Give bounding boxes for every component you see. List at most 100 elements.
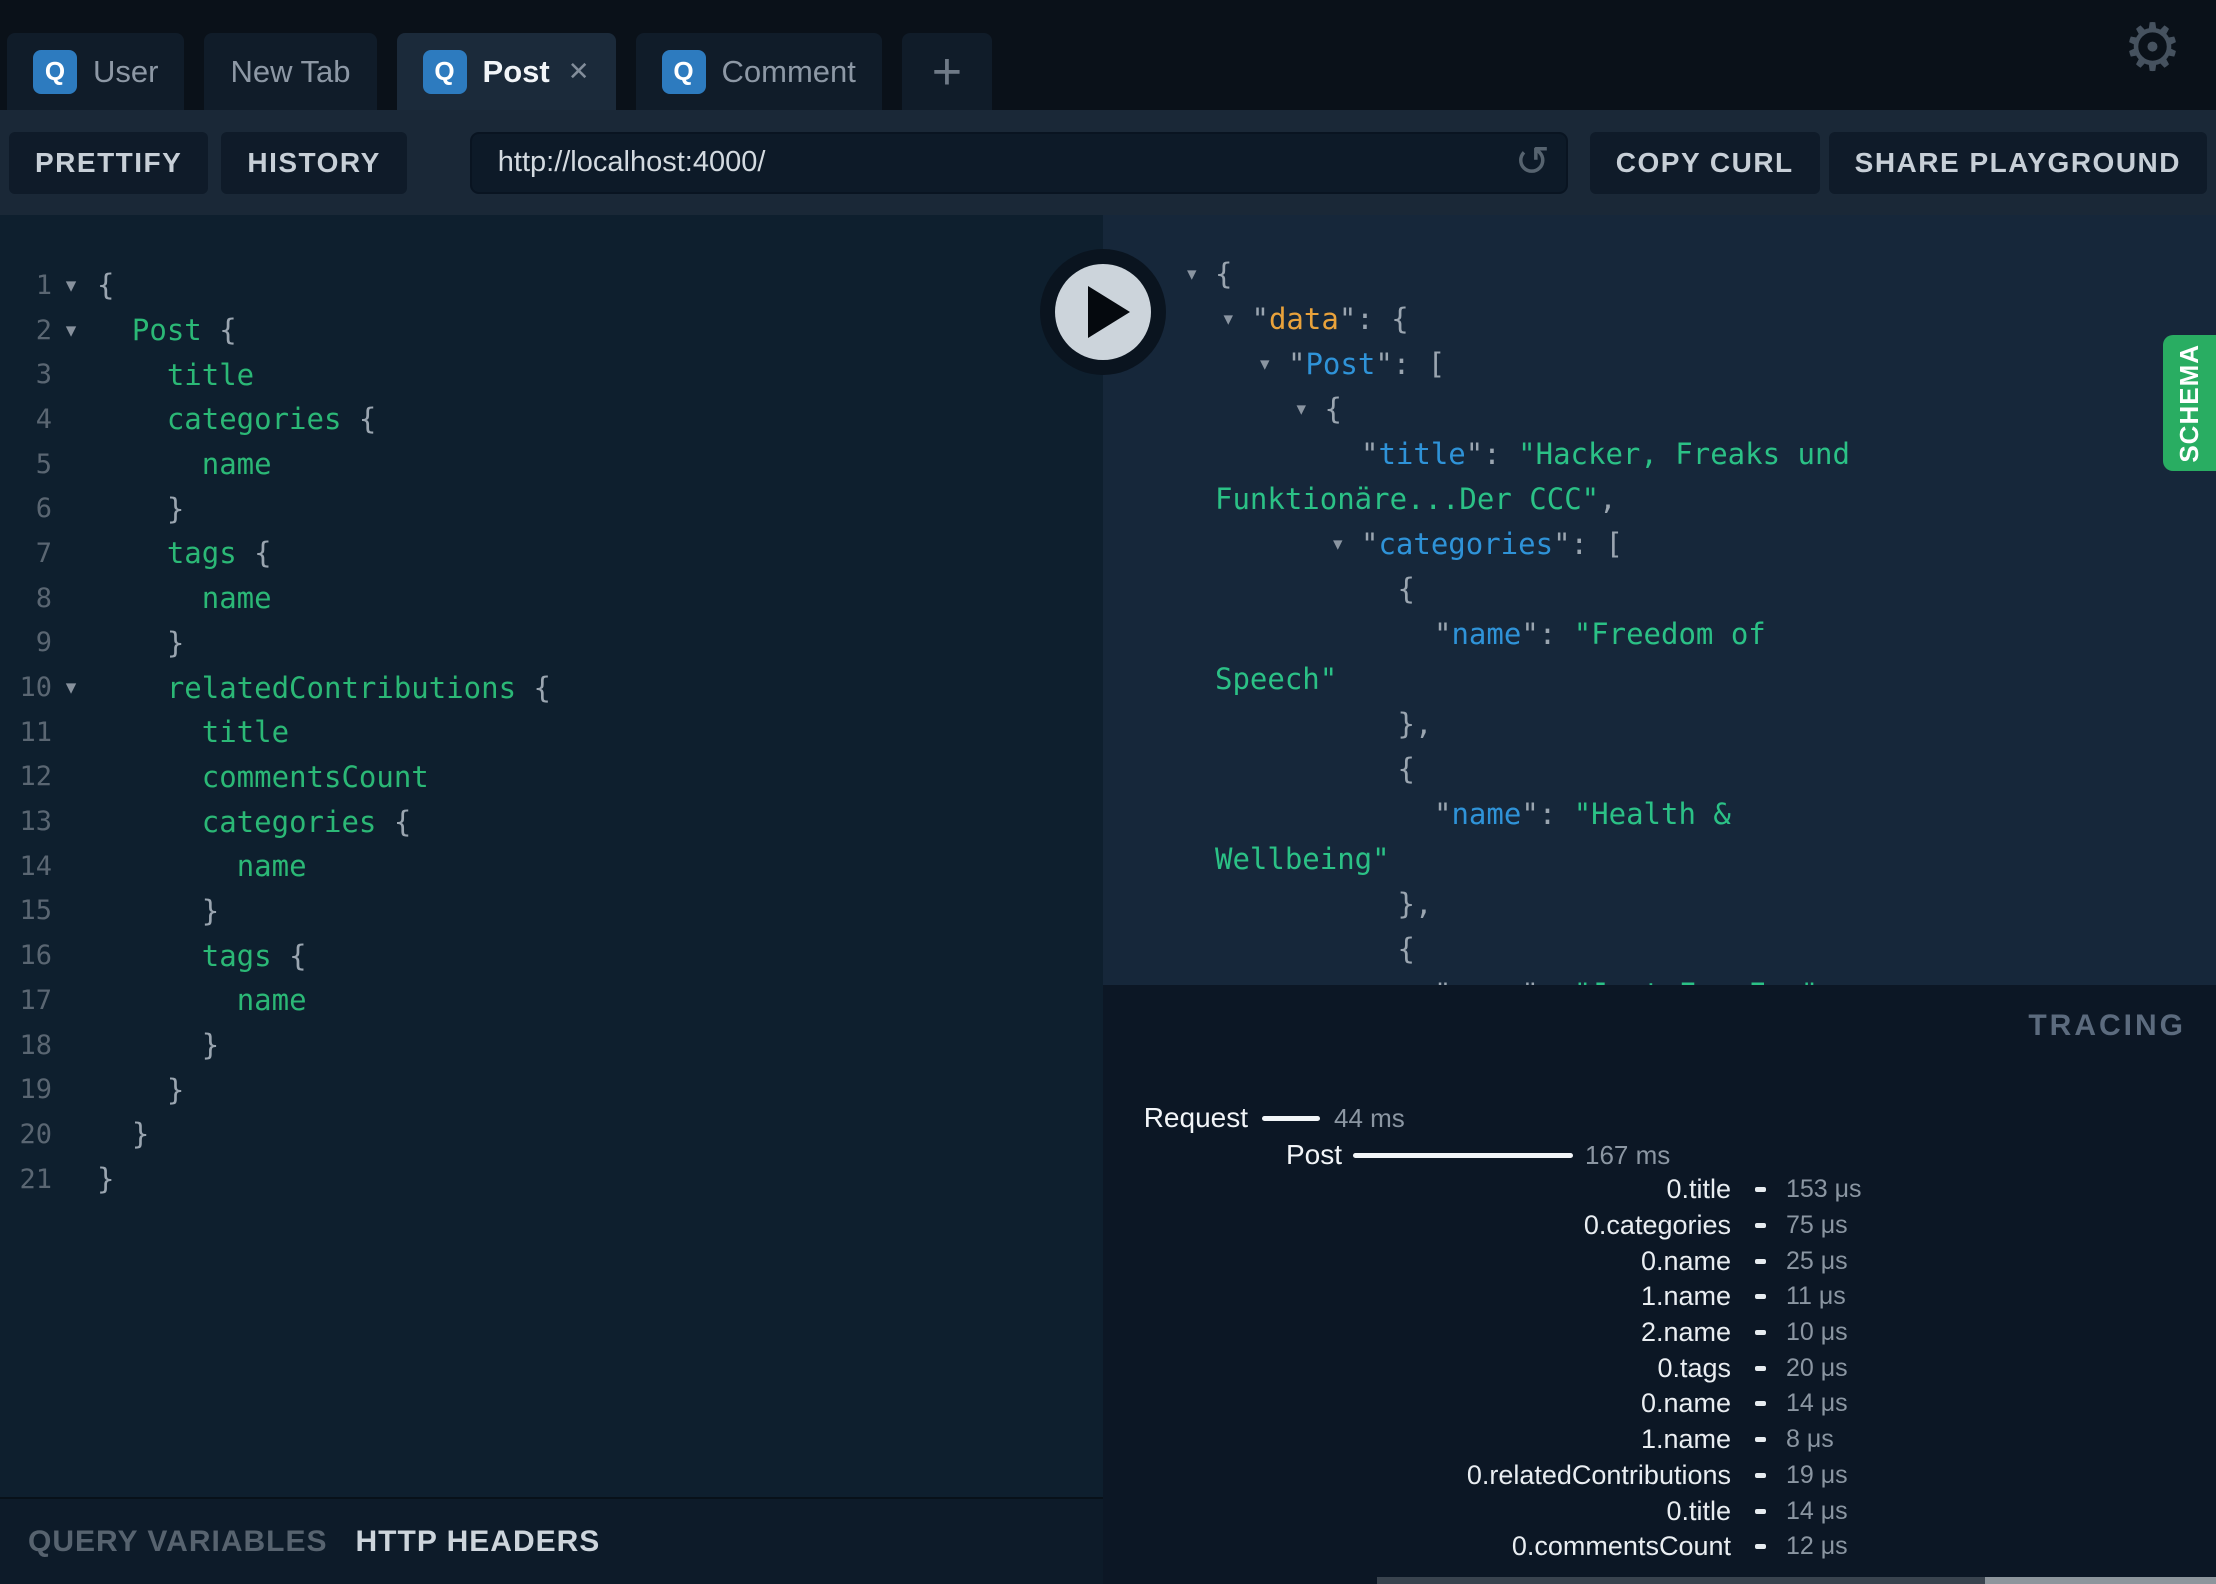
line-number: 10	[19, 672, 52, 704]
copy-curl-button[interactable]: COPY CURL	[1589, 131, 1820, 194]
line-number: 6	[35, 493, 52, 525]
toolbar: PRETTIFY HISTORY ↺ COPY CURL SHARE PLAYG…	[0, 110, 2216, 215]
line-number: 12	[19, 761, 52, 793]
response-row: "name": "Freedom of Speech"	[1215, 617, 1766, 696]
prettify-button[interactable]: PRETTIFY	[9, 131, 209, 194]
line-number: 11	[19, 716, 52, 748]
trace-label: Request	[1143, 1102, 1248, 1133]
history-button[interactable]: HISTORY	[221, 131, 407, 194]
collapse-arrow-icon[interactable]: ▾	[1187, 297, 1234, 342]
trace-row-label: 0.categories	[1583, 1210, 1731, 1241]
editor-line: 20 }	[0, 1112, 1103, 1157]
horizontal-scrollbar-track[interactable]	[1377, 1577, 1985, 1584]
editor-line: 13 categories {	[0, 799, 1103, 844]
line-code: }	[131, 1117, 150, 1152]
response-pane: ▾{▾ "data": {▾ "Post": [▾{"title": "Hacker…	[1103, 215, 2216, 985]
fold-arrow-icon[interactable]: ▾	[52, 273, 90, 298]
line-number: 18	[19, 1029, 52, 1061]
response-row: {	[1397, 752, 1415, 786]
editor-line: 6 }	[0, 486, 1103, 531]
endpoint-url-input[interactable]	[469, 131, 1568, 194]
fold-arrow-icon[interactable]: ▾	[52, 675, 90, 700]
response-row: ▾{	[1103, 252, 1883, 297]
tab-post[interactable]: Q Post ✕	[396, 33, 616, 110]
line-number: 7	[35, 537, 52, 569]
trace-row: 0.name 25 μs	[1103, 1243, 2216, 1279]
tracing-rows: 0.title 153 μs 0.categories 75 μs 0.name 25 μ…	[1103, 1172, 2216, 1565]
line-number: 20	[19, 1118, 52, 1150]
trace-row-value: 75 μs	[1786, 1211, 1848, 1240]
line-code: tags {	[201, 938, 307, 973]
trace-row-bar	[1755, 1508, 1766, 1514]
new-tab-button[interactable]: +	[901, 33, 992, 110]
settings-gear-icon[interactable]: ⚙	[2123, 14, 2182, 80]
collapse-arrow-icon[interactable]: ▾	[1187, 252, 1213, 297]
close-tab-icon[interactable]: ✕	[568, 56, 590, 87]
line-number: 4	[35, 403, 52, 435]
response-row: ▾ "Post": [	[1103, 342, 1883, 387]
trace-row-label: 0.title	[1666, 1174, 1731, 1205]
editor-line: 8 name	[0, 576, 1103, 621]
trace-summary-row: Request 44 ms	[1103, 1100, 1405, 1136]
line-code: name	[201, 581, 272, 616]
editor-line: 3 title	[0, 352, 1103, 397]
tab-user[interactable]: Q User	[7, 33, 185, 110]
response-row: },	[1397, 707, 1433, 741]
line-number: 15	[19, 895, 52, 927]
query-badge: Q	[661, 49, 706, 94]
editor-line: 7 tags {	[0, 531, 1103, 576]
line-number: 1	[35, 269, 52, 301]
collapse-arrow-icon[interactable]: ▾	[1187, 522, 1343, 567]
trace-row-bar	[1755, 1187, 1766, 1193]
query-editor[interactable]: 1 ▾{2 ▾ Post {3 title 4 categories {5 name 6…	[0, 215, 1103, 1497]
query-badge: Q	[422, 49, 467, 94]
trace-row-bar	[1755, 1330, 1766, 1336]
query-variables-tab[interactable]: QUERY VARIABLES	[28, 1525, 328, 1559]
fold-arrow-icon[interactable]: ▾	[52, 318, 90, 343]
trace-row: 2.name 10 μs	[1103, 1315, 2216, 1351]
response-row: "title": "Hacker, Freaks und Funktionäre…	[1215, 437, 1850, 516]
bottom-bar: QUERY VARIABLES HTTP HEADERS	[0, 1497, 1103, 1584]
line-code: name	[236, 849, 307, 884]
trace-row: 1.name 8 μs	[1103, 1422, 2216, 1458]
horizontal-scrollbar-thumb[interactable]	[1985, 1577, 2216, 1584]
tab-comment[interactable]: Q Comment	[635, 33, 882, 110]
tab-new-tab[interactable]: New Tab	[204, 33, 377, 110]
collapse-arrow-icon[interactable]: ▾	[1187, 387, 1307, 432]
trace-row: 1.name 11 μs	[1103, 1279, 2216, 1315]
trace-row-value: 14 μs	[1786, 1389, 1848, 1418]
tab-label: Comment	[721, 53, 856, 89]
collapse-arrow-icon[interactable]: ▾	[1187, 342, 1270, 387]
line-code: Post {	[131, 313, 237, 348]
share-playground-button[interactable]: SHARE PLAYGROUND	[1828, 131, 2207, 194]
line-code: name	[201, 447, 272, 482]
trace-row-bar	[1755, 1401, 1766, 1407]
trace-time: 44 ms	[1334, 1102, 1405, 1133]
trace-row-value: 14 μs	[1786, 1496, 1848, 1525]
line-code: }	[201, 893, 220, 928]
schema-tab-button[interactable]: SCHEMA	[2163, 335, 2216, 471]
response-row: "name": "Just For Fun"	[1103, 972, 1883, 985]
trace-row-label: 1.name	[1640, 1424, 1731, 1455]
line-code: }	[201, 1028, 220, 1063]
trace-row-bar	[1755, 1544, 1766, 1550]
line-number: 13	[19, 806, 52, 838]
trace-row: 0.commentsCount 12 μs	[1103, 1529, 2216, 1565]
line-number: 3	[35, 359, 52, 391]
line-number: 9	[35, 627, 52, 659]
line-code: }	[166, 625, 185, 660]
line-number: 19	[19, 1074, 52, 1106]
editor-line: 14 name	[0, 844, 1103, 889]
line-number: 2	[35, 314, 52, 346]
response-row: {	[1397, 932, 1415, 966]
reload-schema-icon[interactable]: ↺	[1515, 139, 1550, 182]
line-number: 17	[19, 984, 52, 1016]
http-headers-tab[interactable]: HTTP HEADERS	[356, 1525, 601, 1559]
schema-tab-label: SCHEMA	[2174, 343, 2204, 463]
execute-button[interactable]	[1040, 249, 1166, 375]
trace-bar	[1353, 1152, 1573, 1158]
tracing-panel: TRACING Request 44 ms Post 167 ms 0.title 15…	[1103, 985, 2216, 1584]
response-row: {	[1397, 572, 1415, 606]
trace-row-bar	[1755, 1223, 1766, 1229]
trace-summary-row: Post 167 ms	[1103, 1137, 1670, 1173]
